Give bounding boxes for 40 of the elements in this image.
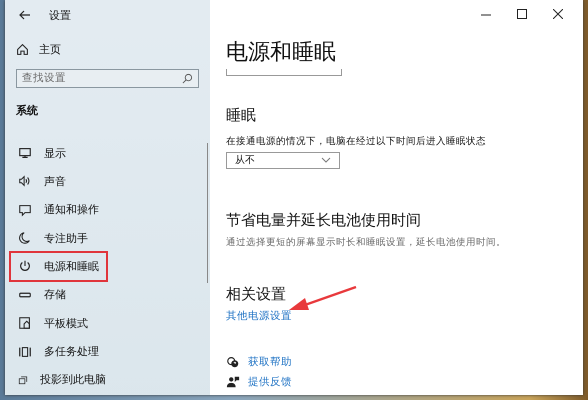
section-heading: 相关设置 bbox=[226, 285, 287, 304]
back-arrow-icon[interactable] bbox=[19, 10, 31, 20]
monitor-icon bbox=[18, 146, 32, 160]
section-heading: 节省电量并延长电池使用时间 bbox=[226, 211, 422, 230]
description: 通过选择更短的屏幕显示时长和睡眠设置，延长电池使用时间。 bbox=[226, 236, 507, 249]
nav-item[interactable]: 存储 bbox=[11, 282, 106, 308]
nav-item[interactable]: 专注助手 bbox=[11, 224, 106, 252]
page-title: 电源和睡眠 bbox=[226, 39, 337, 68]
chevron-down-icon bbox=[321, 157, 331, 164]
multitask-icon bbox=[18, 344, 32, 358]
power-icon bbox=[18, 259, 32, 274]
tablet-icon bbox=[18, 316, 32, 330]
link[interactable]: 其他电源设置 bbox=[226, 309, 292, 323]
speech-bubble-icon bbox=[18, 202, 32, 217]
home-icon bbox=[16, 43, 29, 56]
description: 在接通电源的情况下，电脑在经过以下时间后进入睡眠状态 bbox=[226, 134, 487, 148]
sleep-dropdown[interactable]: 从不 bbox=[226, 152, 340, 169]
speaker-icon bbox=[18, 174, 32, 188]
nav-item[interactable]: 声音 bbox=[11, 168, 106, 195]
nav-item[interactable]: 多任务处理 bbox=[11, 338, 106, 365]
section-heading: 睡眠 bbox=[226, 106, 257, 125]
help-icon bbox=[226, 355, 240, 369]
search-icon bbox=[182, 72, 193, 84]
person-feedback-icon bbox=[226, 375, 240, 389]
nav-item[interactable]: 投影到此电脑 bbox=[11, 366, 106, 394]
nav-item[interactable]: 平板模式 bbox=[11, 310, 106, 336]
section-heading: 系统 bbox=[16, 102, 39, 118]
window-title: 设置 bbox=[49, 8, 71, 23]
dropdown[interactable] bbox=[226, 69, 342, 76]
scrollbar[interactable] bbox=[206, 143, 208, 283]
nav-item[interactable]: 通知和操作 bbox=[11, 196, 106, 223]
nav-item[interactable]: 显示 bbox=[11, 140, 106, 166]
link[interactable]: 提供反馈 bbox=[248, 375, 292, 389]
moon-icon bbox=[18, 231, 32, 246]
close-icon[interactable] bbox=[553, 8, 563, 19]
maximize-icon[interactable] bbox=[517, 8, 527, 19]
link[interactable]: 获取帮助 bbox=[248, 355, 292, 369]
highlighted-nav-item[interactable]: 电源和睡眠 bbox=[11, 253, 106, 280]
home-nav-item[interactable]: 主页 bbox=[16, 40, 199, 59]
search-field[interactable]: 查找设置 bbox=[16, 68, 199, 88]
